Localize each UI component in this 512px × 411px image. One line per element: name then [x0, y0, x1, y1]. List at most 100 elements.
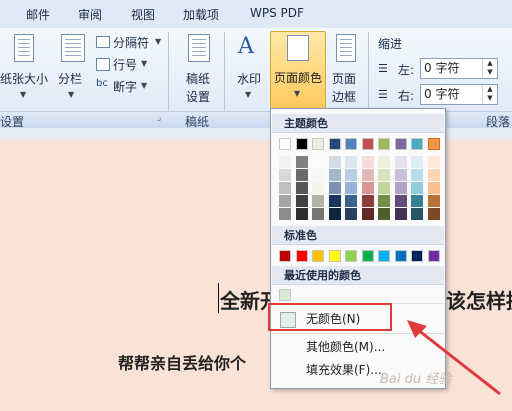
theme-shade-swatch[interactable] [312, 208, 324, 220]
indent-right-spinner[interactable]: ▲ ▼ [482, 85, 497, 104]
standard-color-swatch[interactable] [279, 250, 291, 262]
theme-shade-swatch[interactable] [394, 169, 407, 181]
indent-right-value: 0 字符 [424, 87, 460, 101]
theme-color-swatch[interactable] [361, 138, 374, 150]
recent-color-swatch[interactable] [279, 289, 291, 301]
theme-shade-swatch[interactable] [427, 182, 440, 194]
theme-shade-swatch[interactable] [394, 208, 407, 220]
theme-color-swatch[interactable] [378, 138, 390, 150]
theme-shade-swatch[interactable] [312, 156, 324, 168]
theme-shade-swatch[interactable] [394, 182, 407, 194]
theme-shade-swatch[interactable] [328, 156, 341, 168]
theme-shade-swatch[interactable] [394, 195, 407, 207]
theme-shade-swatch[interactable] [361, 182, 374, 194]
indent-left-input[interactable]: 0 字符 ▲ ▼ [420, 58, 498, 79]
theme-shade-swatch[interactable] [361, 208, 374, 220]
theme-shade-swatch[interactable] [345, 156, 357, 168]
theme-shade-swatch[interactable] [361, 169, 374, 181]
page-border-button[interactable]: 页面 边框 [330, 32, 362, 108]
doc-heading-right: 该怎样提 [446, 289, 512, 313]
theme-shade-swatch[interactable] [295, 195, 308, 207]
theme-color-swatch[interactable] [394, 138, 407, 150]
standard-color-swatch[interactable] [378, 250, 390, 262]
standard-color-swatch[interactable] [427, 250, 440, 262]
theme-shade-swatch[interactable] [345, 208, 357, 220]
page-color-button[interactable]: 页面颜色 ▼ [270, 31, 326, 111]
standard-color-swatch[interactable] [312, 250, 324, 262]
theme-shade-swatch[interactable] [328, 169, 341, 181]
theme-shade-swatch[interactable] [427, 169, 440, 181]
theme-shade-swatch[interactable] [411, 182, 423, 194]
theme-shade-swatch[interactable] [411, 156, 423, 168]
standard-color-swatch[interactable] [361, 250, 374, 262]
theme-color-swatch[interactable] [345, 138, 357, 150]
theme-shade-swatch[interactable] [427, 195, 440, 207]
theme-shade-swatch[interactable] [295, 208, 308, 220]
theme-color-swatch[interactable] [312, 138, 324, 150]
menu-bar: 邮件 审阅 视图 加载项 WPS PDF [0, 0, 512, 29]
theme-color-swatch[interactable] [328, 138, 341, 150]
page-setup-launcher-icon[interactable]: ⌟ [157, 113, 161, 123]
theme-shade-swatch[interactable] [345, 182, 357, 194]
theme-shade-swatch[interactable] [279, 182, 291, 194]
theme-color-swatch[interactable] [427, 138, 440, 150]
theme-shade-swatch[interactable] [411, 208, 423, 220]
menu-addins[interactable]: 加载项 [183, 6, 219, 23]
theme-shade-swatch[interactable] [345, 169, 357, 181]
theme-shade-swatch[interactable] [279, 208, 291, 220]
standard-color-swatch[interactable] [295, 250, 308, 262]
menu-wps-pdf[interactable]: WPS PDF [250, 6, 304, 20]
theme-shade-swatch[interactable] [328, 195, 341, 207]
watermark-icon: A [238, 34, 254, 59]
theme-shade-swatch[interactable] [427, 208, 440, 220]
standard-color-swatch[interactable] [411, 250, 423, 262]
indent-left-label: 左: [398, 63, 415, 77]
menu-view[interactable]: 视图 [131, 6, 155, 23]
manuscript-settings-button[interactable]: 稿纸 设置 [180, 32, 216, 108]
theme-shade-swatch[interactable] [378, 182, 390, 194]
watermark-label: 水印 [237, 72, 262, 86]
theme-shade-swatch[interactable] [345, 195, 357, 207]
theme-shade-swatch[interactable] [361, 156, 374, 168]
paper-size-label: 纸张大小 [0, 72, 49, 86]
theme-color-swatch[interactable] [411, 138, 423, 150]
theme-shade-swatch[interactable] [312, 182, 324, 194]
theme-shade-swatch[interactable] [328, 208, 341, 220]
menu-review[interactable]: 审阅 [78, 6, 102, 23]
line-numbers-icon [96, 58, 110, 71]
separator-icon [96, 36, 110, 48]
theme-shade-swatch[interactable] [378, 156, 390, 168]
theme-shade-swatch[interactable] [328, 182, 341, 194]
theme-shade-swatch[interactable] [279, 169, 291, 181]
theme-shade-swatch[interactable] [312, 169, 324, 181]
standard-color-swatch[interactable] [394, 250, 407, 262]
theme-shade-swatch[interactable] [279, 195, 291, 207]
manuscript-icon [188, 34, 210, 62]
theme-shade-swatch[interactable] [279, 156, 291, 168]
menu-mail[interactable]: 邮件 [26, 6, 50, 23]
theme-color-swatch[interactable] [279, 138, 291, 150]
theme-shade-swatch[interactable] [411, 169, 423, 181]
theme-shade-swatch[interactable] [427, 156, 440, 168]
standard-color-swatch[interactable] [328, 250, 341, 262]
watermark-button[interactable]: A 水印 ▼ [232, 32, 266, 108]
indent-right-input[interactable]: 0 字符 ▲ ▼ [420, 84, 498, 105]
theme-shade-swatch[interactable] [312, 195, 324, 207]
standard-color-swatch[interactable] [345, 250, 357, 262]
theme-shade-swatch[interactable] [295, 156, 308, 168]
theme-shade-swatch[interactable] [378, 169, 390, 181]
paper-size-button[interactable]: 纸张大小 ▼ [0, 32, 48, 108]
indent-left-icon: ☰ [378, 62, 388, 75]
columns-button[interactable]: 分栏 ▼ [56, 32, 88, 108]
chevron-down-icon: ▼ [141, 59, 148, 68]
highlight-box [268, 303, 392, 331]
theme-shade-swatch[interactable] [394, 156, 407, 168]
theme-shade-swatch[interactable] [295, 169, 308, 181]
theme-shade-swatch[interactable] [378, 195, 390, 207]
indent-left-spinner[interactable]: ▲ ▼ [482, 59, 497, 78]
theme-shade-swatch[interactable] [295, 182, 308, 194]
theme-shade-swatch[interactable] [378, 208, 390, 220]
theme-shade-swatch[interactable] [361, 195, 374, 207]
theme-shade-swatch[interactable] [411, 195, 423, 207]
theme-color-swatch[interactable] [295, 138, 308, 150]
